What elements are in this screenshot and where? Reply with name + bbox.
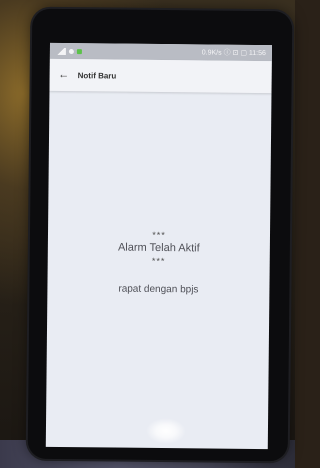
app-bar: ← Notif Baru: [49, 58, 272, 94]
signal-icon: [55, 47, 66, 55]
phone-screen: 0.9K/s ⓘ ⊡ ▢ 11:56 ← Notif Baru *** Alar…: [45, 42, 272, 450]
notification-content: *** Alarm Telah Aktif *** rapat dengan b…: [47, 229, 270, 296]
notification-icon: [68, 48, 74, 54]
alarm-message: rapat dengan bpjs: [118, 283, 199, 296]
phone-device: 0.9K/s ⓘ ⊡ ▢ 11:56 ← Notif Baru *** Alar…: [27, 8, 293, 462]
stars-bottom: ***: [151, 255, 166, 267]
status-left-icons: [55, 47, 82, 55]
page-title: Notif Baru: [77, 70, 117, 81]
status-text: 0.9K/s ⓘ ⊡ ▢ 11:56: [201, 49, 266, 58]
arrow-left-icon: ←: [58, 68, 70, 82]
screen-glare: [145, 417, 187, 445]
back-button[interactable]: ←: [56, 67, 72, 83]
status-right: 0.9K/s ⓘ ⊡ ▢ 11:56: [202, 47, 266, 58]
app-icon: [76, 48, 82, 54]
